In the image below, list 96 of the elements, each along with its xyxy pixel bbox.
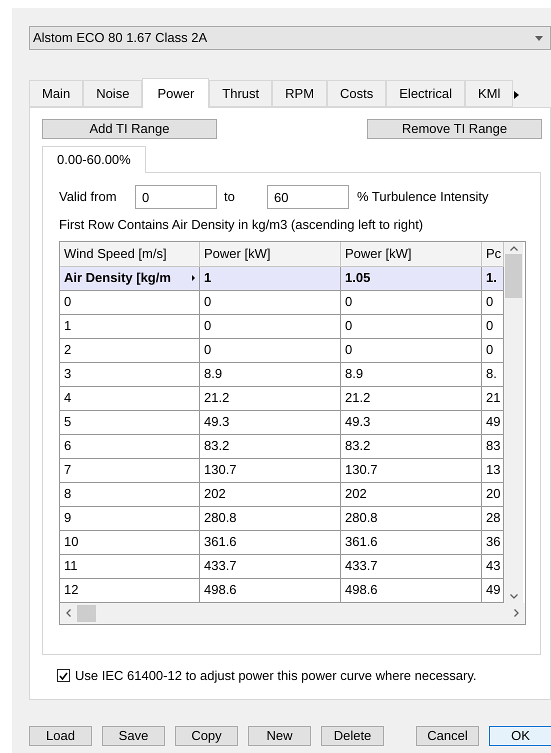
table-cell-text: 28 [486, 509, 500, 528]
dialog-button[interactable]: Load [29, 726, 92, 746]
tab[interactable]: Power [142, 78, 210, 108]
scroll-up-icon[interactable] [510, 246, 518, 250]
table-cell-text: 1 [204, 269, 212, 288]
unit-label: % Turbulence Intensity [357, 188, 489, 206]
scroll-down-icon[interactable] [510, 594, 518, 598]
table-cell-text: 21.2 [345, 389, 370, 408]
cut-off-arrow-icon [192, 275, 195, 281]
table-cell-text: 0 [204, 293, 212, 312]
tab[interactable]: Costs [327, 80, 386, 107]
table-cell-text: 498.6 [204, 581, 237, 600]
table-cell-text: 11 [64, 557, 78, 576]
table-cell-text: 43 [486, 557, 500, 576]
checkmark-icon [59, 672, 68, 680]
table-cell-text: 49.3 [345, 413, 370, 432]
table-cell-text: 8. [486, 365, 497, 384]
table-cell-text: 5 [64, 413, 72, 432]
dialog-button[interactable]: OK [489, 726, 551, 746]
table-cell-text: 0 [345, 341, 352, 360]
dialog-button[interactable]: Delete [321, 726, 384, 746]
table-cell-text: 498.6 [345, 581, 378, 600]
dialog-button[interactable]: Copy [175, 726, 238, 746]
table-cell-text: 280.8 [345, 509, 378, 528]
tab[interactable]: Noise [83, 80, 142, 107]
table-cell-text: 0 [345, 293, 352, 312]
column-header[interactable]: Power [kW] [200, 242, 341, 266]
table-cell-text: 361.6 [345, 533, 378, 552]
valid-from-field[interactable]: 0 [135, 185, 217, 209]
range-tab[interactable]: 0.00-60.00% [42, 146, 146, 173]
iec-checkbox-label: Use IEC 61400-12 to adjust power this power curve where necessary. [75, 667, 477, 685]
tab[interactable]: Main [29, 80, 84, 107]
add-range-button[interactable]: Add TI Range [42, 119, 217, 139]
table-cell-text: 49 [486, 581, 500, 600]
tab[interactable]: RPM [272, 80, 328, 107]
table-cell-text: 83.2 [345, 437, 370, 456]
table-cell-text: 8.9 [204, 365, 222, 384]
table-cell-text: 0 [204, 317, 212, 336]
table-cell-text: 0 [64, 293, 72, 312]
valid-from-label: Valid from [59, 188, 118, 206]
table-cell-text: 49 [486, 413, 500, 432]
table-cell-text: 0 [486, 317, 494, 336]
horizontal-scrollbar[interactable] [60, 602, 525, 624]
tab[interactable]: Thrust [209, 80, 272, 107]
table-cell-text: 202 [345, 485, 367, 504]
table-cell-text: 6 [64, 437, 72, 456]
table-cell-text: 361.6 [204, 533, 237, 552]
table-cell-text: 1 [64, 317, 72, 336]
table-cell-text: 9 [64, 509, 72, 528]
table-cell-text: 433.7 [204, 557, 237, 576]
tab[interactable]: Electrical [386, 80, 466, 107]
valid-to-field[interactable]: 60 [267, 185, 349, 209]
dropdown-arrow-icon [535, 36, 543, 40]
to-label: to [224, 188, 236, 206]
table-cell-text: 83.2 [204, 437, 230, 456]
table-cell-text: 130.7 [204, 461, 237, 480]
table-cell-text: 0 [204, 341, 212, 360]
table-cell-text: 83 [486, 437, 500, 456]
table-cell-text: 0 [345, 317, 352, 336]
table-cell-text: 433.7 [345, 557, 378, 576]
dialog-button[interactable]: Save [102, 726, 165, 746]
table-cell-text: 202 [204, 485, 226, 504]
table-cell-text: 3 [64, 365, 72, 384]
table-cell-text: 21 [486, 389, 500, 408]
dialog-button[interactable]: Cancel [416, 726, 479, 746]
table-cell-text: 2 [64, 341, 72, 360]
column-header[interactable]: Wind Speed [m/s] [60, 242, 200, 266]
table-cell-text: 8.9 [345, 365, 364, 384]
table-cell-text: 4 [64, 389, 72, 408]
scroll-thumb[interactable] [505, 254, 522, 298]
table-cell-text: 8 [64, 485, 72, 504]
scroll-thumb[interactable] [77, 604, 96, 622]
scroll-left-icon[interactable] [66, 609, 71, 617]
table-cell-text: Air Density [kg/m [64, 269, 171, 288]
table-cell-text: 13 [486, 461, 500, 480]
table-cell-text: 1.05 [345, 269, 370, 288]
table-cell-text: 20 [486, 485, 500, 504]
table-cell-text: 130.7 [345, 461, 378, 480]
table-cell-text: 12 [64, 581, 78, 600]
tab[interactable]: KMl [465, 80, 514, 107]
dialog-button[interactable]: New [248, 726, 311, 746]
vertical-scrollbar[interactable] [504, 242, 523, 602]
model-dropdown[interactable]: Alstom ECO 80 1.67 Class 2A [29, 26, 551, 50]
table-cell-text: 0 [486, 341, 494, 360]
table-cell-text: 49.3 [204, 413, 230, 432]
table-cell-text: 1. [486, 269, 497, 288]
air-density-note: First Row Contains Air Density in kg/m3 (ascending left to right) [59, 216, 424, 234]
remove-range-button[interactable]: Remove TI Range [367, 119, 542, 139]
iec-checkbox[interactable] [57, 669, 70, 682]
table-cell-text: 7 [64, 461, 72, 480]
table-cell-text: 280.8 [204, 509, 237, 528]
column-header[interactable]: Power [kW] [341, 242, 482, 266]
table-cell-text: 21.2 [204, 389, 230, 408]
table-cell-text: 36 [486, 533, 500, 552]
table-cell-text: 0 [486, 293, 494, 312]
table-cell-text: 10 [64, 533, 78, 552]
